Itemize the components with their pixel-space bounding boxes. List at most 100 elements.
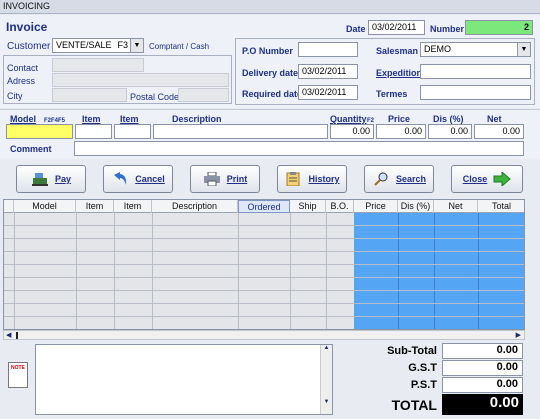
magnifier-icon — [374, 172, 388, 186]
model-label[interactable]: Model — [10, 114, 36, 124]
date-field[interactable]: 03/02/2011 — [368, 20, 425, 35]
clipboard-icon — [286, 172, 300, 186]
chevron-down-icon[interactable]: ▼ — [130, 39, 143, 52]
termes-field[interactable] — [420, 85, 531, 100]
customer-value: VENTE/SALE — [56, 40, 112, 50]
grid-horizontal-scrollbar[interactable]: ◀ ▶ — [3, 330, 525, 340]
price-label: Price — [388, 114, 411, 124]
subtotal-label: Sub-Total — [387, 345, 437, 357]
salesman-select[interactable]: DEMO ▼ — [420, 42, 531, 57]
customer-select[interactable]: VENTE/SALE F3 ▼ — [52, 38, 144, 53]
termes-label: Termes — [376, 89, 408, 99]
scroll-up-icon[interactable]: ▲ — [321, 345, 332, 351]
salesman-value: DEMO — [424, 44, 451, 54]
gst-value: 0.00 — [442, 360, 523, 376]
customer-hotkey: F3 — [117, 40, 128, 50]
notes-textarea[interactable] — [35, 344, 333, 415]
salesman-label: Salesman — [376, 46, 419, 56]
pst-value: 0.00 — [442, 377, 523, 393]
item2-label[interactable]: Item — [120, 114, 139, 124]
pay-label: Pay — [54, 174, 71, 184]
subtotal-value: 0.00 — [442, 343, 523, 359]
comptant-label: Comptant / Cash — [149, 42, 210, 51]
grid-header: Model Item Item Description Ordered Ship… — [4, 200, 524, 213]
history-button[interactable]: History — [277, 165, 347, 193]
scroll-down-icon[interactable]: ▼ — [321, 399, 332, 405]
col-item1[interactable]: Item — [76, 200, 114, 213]
date-label: Date — [346, 24, 366, 34]
arrow-right-icon — [493, 172, 512, 186]
dis-input[interactable]: 0.00 — [428, 124, 472, 139]
scroll-left-icon[interactable]: ◀ — [6, 331, 11, 339]
search-button[interactable]: Search — [364, 165, 434, 193]
pst-label: P.S.T — [410, 379, 437, 391]
number-field[interactable]: 2 — [465, 20, 533, 35]
dis-label: Dis (%) — [433, 114, 464, 124]
model-input[interactable] — [6, 124, 73, 139]
window-title: INVOICING — [3, 1, 51, 11]
total-label: TOTAL — [391, 397, 437, 413]
col-ordered[interactable]: Ordered — [238, 200, 290, 213]
item1-input[interactable] — [75, 124, 112, 139]
col-bo[interactable]: B.O. — [326, 200, 354, 213]
quantity-label[interactable]: Quantity — [330, 114, 367, 124]
col-price[interactable]: Price — [354, 200, 398, 213]
city-label: City — [7, 91, 23, 101]
window-titlebar: INVOICING — [0, 0, 540, 14]
customer-label: Customer — [7, 41, 51, 52]
postal-code-field[interactable] — [178, 88, 229, 102]
search-label: Search — [395, 174, 427, 184]
chevron-down-icon[interactable]: ▼ — [517, 43, 530, 56]
adress-field[interactable] — [52, 73, 229, 87]
required-date-label: Required date — [242, 89, 303, 99]
contact-label: Contact — [7, 63, 39, 73]
col-dis[interactable]: Dis (%) — [398, 200, 434, 213]
price-input[interactable]: 0.00 — [376, 124, 426, 139]
col-item2[interactable]: Item — [114, 200, 152, 213]
note-icon-label: NOTE — [11, 365, 25, 371]
pay-button[interactable]: Pay — [16, 165, 86, 193]
col-description[interactable]: Description — [152, 200, 238, 213]
col-net[interactable]: Net — [434, 200, 478, 213]
scrollbar-thumb[interactable] — [16, 332, 18, 339]
invoice-heading: Invoice — [6, 20, 48, 34]
cash-register-icon — [31, 173, 48, 186]
net-label: Net — [487, 114, 502, 124]
quantity-input[interactable]: 0.00 — [330, 124, 374, 139]
item2-input[interactable] — [114, 124, 151, 139]
grid-body[interactable] — [4, 213, 524, 329]
postal-code-label: Postal Code — [130, 92, 180, 102]
col-ship[interactable]: Ship — [290, 200, 326, 213]
expedition-link[interactable]: Expedition — [376, 68, 422, 78]
comment-input[interactable] — [74, 141, 524, 156]
city-field[interactable] — [52, 88, 127, 102]
required-date-field[interactable]: 03/02/2011 — [298, 85, 358, 100]
scroll-right-icon[interactable]: ▶ — [516, 331, 521, 339]
note-icon[interactable]: NOTE — [8, 362, 28, 388]
col-selector — [4, 200, 14, 213]
po-number-field[interactable] — [298, 42, 358, 57]
description-label: Description — [172, 114, 222, 124]
po-number-label: P.O Number — [242, 46, 293, 56]
net-input[interactable]: 0.00 — [474, 124, 524, 139]
description-input[interactable] — [153, 124, 328, 139]
col-model[interactable]: Model — [14, 200, 76, 213]
contact-field[interactable] — [52, 58, 144, 72]
cancel-button[interactable]: Cancel — [103, 165, 173, 193]
delivery-date-label: Delivery date — [242, 68, 299, 78]
undo-arrow-icon — [114, 172, 127, 185]
total-value: 0.00 — [442, 394, 523, 415]
items-grid[interactable]: Model Item Item Description Ordered Ship… — [3, 199, 525, 330]
history-label: History — [308, 174, 340, 184]
notes-scrollbar[interactable]: ▲ ▼ — [320, 345, 332, 414]
number-label: Number — [430, 24, 465, 34]
item1-label[interactable]: Item — [82, 114, 101, 124]
adress-label: Adress — [7, 76, 36, 86]
printer-icon — [203, 172, 220, 186]
expedition-field[interactable] — [420, 64, 531, 79]
close-button[interactable]: Close — [451, 165, 523, 193]
col-total[interactable]: Total — [478, 200, 524, 213]
delivery-date-field[interactable]: 03/02/2011 — [298, 64, 358, 79]
print-button[interactable]: Print — [190, 165, 260, 193]
print-label: Print — [226, 174, 248, 184]
